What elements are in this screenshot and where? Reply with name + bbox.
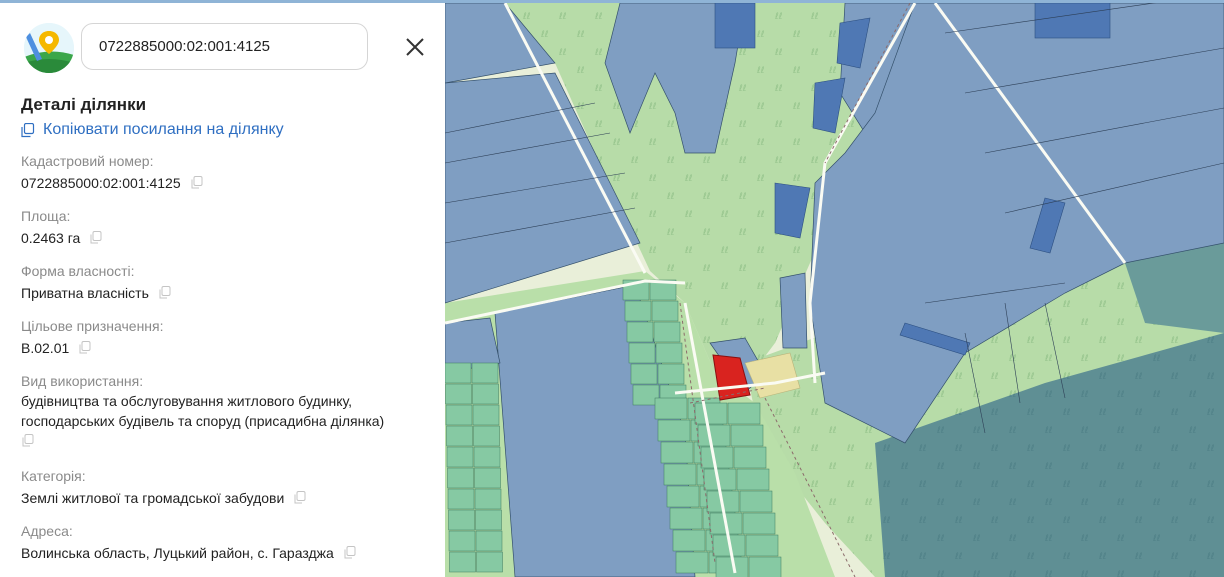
plot (447, 488, 475, 510)
area-value: 0.2463 га (21, 230, 81, 246)
purpose-label: Цільове призначення: (21, 318, 164, 334)
plot (446, 446, 474, 468)
plot (660, 441, 694, 464)
plot (626, 321, 654, 343)
plot (663, 463, 697, 486)
copy-icon[interactable] (159, 284, 171, 304)
category-value: Землі житлової та громадської забудови (21, 490, 285, 506)
details-panel: Деталі ділянки Копіювати посилання на ді… (0, 3, 446, 577)
address-row: Волинська область, Луцький район, с. Гар… (21, 543, 356, 564)
plot (475, 509, 502, 531)
plot (475, 530, 503, 552)
plot (697, 424, 731, 447)
plot (628, 342, 656, 364)
copy-icon[interactable] (22, 434, 34, 452)
plot (745, 534, 779, 557)
map-logo-icon (24, 23, 74, 73)
cadastral-search-input[interactable] (81, 23, 368, 70)
area-label: Площа: (21, 208, 71, 224)
copy-icon[interactable] (79, 339, 91, 359)
plot (666, 485, 700, 508)
plot (653, 321, 681, 343)
copy-link-label: Копіювати посилання на ділянку (43, 121, 284, 138)
plot (474, 488, 502, 510)
plot (445, 383, 472, 405)
plot (654, 397, 688, 420)
panel-title: Деталі ділянки (21, 95, 147, 114)
plot (447, 467, 474, 489)
plot (657, 419, 691, 442)
ownership-value: Приватна власність (21, 285, 149, 301)
plot (672, 529, 706, 552)
category-row: Землі житлової та громадської забудови (21, 488, 306, 509)
plot (651, 300, 679, 322)
plot (657, 363, 685, 385)
plot (669, 507, 703, 530)
plot (446, 425, 473, 447)
usage-label: Вид використання: (21, 373, 144, 389)
usage-value: будівництва та обслуговування житлового … (21, 393, 385, 429)
plot (473, 446, 501, 468)
plot (675, 551, 709, 574)
plot (727, 402, 761, 425)
plot (445, 362, 472, 384)
category-label: Категорія: (21, 468, 86, 484)
address-label: Адреса: (21, 523, 73, 539)
copy-icon[interactable] (344, 544, 356, 564)
copy-link-button[interactable]: Копіювати посилання на ділянку (21, 121, 284, 139)
cadastral-number-value: 0722885000:02:001:4125 (21, 175, 181, 191)
copy-icon (21, 122, 35, 137)
copy-icon[interactable] (294, 489, 306, 509)
plot (694, 402, 728, 425)
plot (742, 512, 776, 535)
cadastral-number-row: 0722885000:02:001:4125 (21, 173, 203, 194)
plot (448, 509, 475, 531)
copy-icon[interactable] (90, 229, 102, 249)
ownership-label: Форма власності: (21, 263, 135, 279)
plot (476, 551, 503, 573)
plot (733, 446, 767, 469)
plot (472, 404, 500, 426)
close-icon[interactable] (402, 34, 428, 60)
map-canvas[interactable]: ℓℓ ℓℓ ℓℓ ℓℓ (445, 3, 1224, 577)
plot (473, 425, 500, 447)
plot (739, 490, 773, 513)
purpose-value: B.02.01 (21, 340, 70, 356)
cadastral-map[interactable]: ℓℓ ℓℓ ℓℓ ℓℓ (445, 3, 1224, 577)
plot (471, 362, 499, 384)
purpose-row: B.02.01 (21, 338, 91, 359)
plot (472, 383, 499, 405)
plot (748, 556, 782, 577)
plot (736, 468, 770, 491)
plot (474, 467, 501, 489)
ownership-row: Приватна власність (21, 283, 171, 304)
cadastral-number-label: Кадастровий номер: (21, 153, 154, 169)
plot (445, 404, 473, 426)
plot (448, 530, 476, 552)
plot (730, 424, 764, 447)
plot (624, 300, 652, 322)
plot (449, 551, 476, 573)
copy-icon[interactable] (191, 174, 203, 194)
plot (630, 363, 658, 385)
plot (655, 342, 683, 364)
address-value: Волинська область, Луцький район, с. Гар… (21, 545, 334, 561)
plot (700, 446, 734, 469)
area-row: 0.2463 га (21, 228, 102, 249)
